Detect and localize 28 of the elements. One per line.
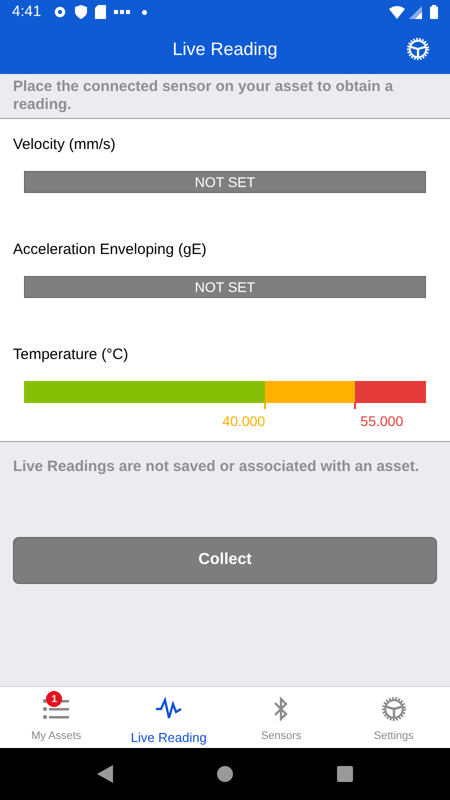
wifi-icon — [389, 6, 405, 18]
home-icon[interactable] — [217, 766, 233, 782]
reading-bar: NOT SET — [24, 276, 426, 298]
notification-badge: 1 — [46, 691, 62, 707]
sd-card-icon — [95, 5, 106, 19]
reading-bar: NOT SET — [24, 171, 426, 193]
signal-icon — [409, 6, 422, 18]
status-time: 4:41 — [12, 2, 42, 22]
shield-icon — [75, 5, 88, 19]
nav-tab[interactable]: Live Reading — [112, 687, 225, 748]
nav-tab[interactable]: 1 My Assets — [0, 687, 112, 748]
logo-icon — [114, 9, 130, 15]
collect-button[interactable]: Collect — [13, 536, 437, 584]
threshold-tick — [264, 403, 266, 409]
reading-label: Acceleration Enveloping (gE) — [12, 240, 208, 259]
reading-label: Velocity (mm/s) — [12, 135, 117, 154]
app-bar-title: Live Reading — [172, 38, 278, 61]
threshold-label: 40.000 — [222, 412, 266, 431]
reading-label: Temperature (°C) — [12, 345, 130, 364]
threshold-tick — [354, 403, 356, 409]
settings-button[interactable] — [405, 36, 431, 62]
battery-icon — [430, 5, 438, 19]
note-text: Live Readings are not saved or associated with an asset. — [12, 457, 420, 477]
dot-icon — [142, 10, 148, 14]
nav-tab[interactable]: Settings — [338, 687, 450, 748]
nav-tab[interactable]: Sensors — [225, 687, 338, 748]
threshold-label: 55.000 — [360, 412, 404, 431]
back-icon[interactable] — [97, 765, 113, 783]
